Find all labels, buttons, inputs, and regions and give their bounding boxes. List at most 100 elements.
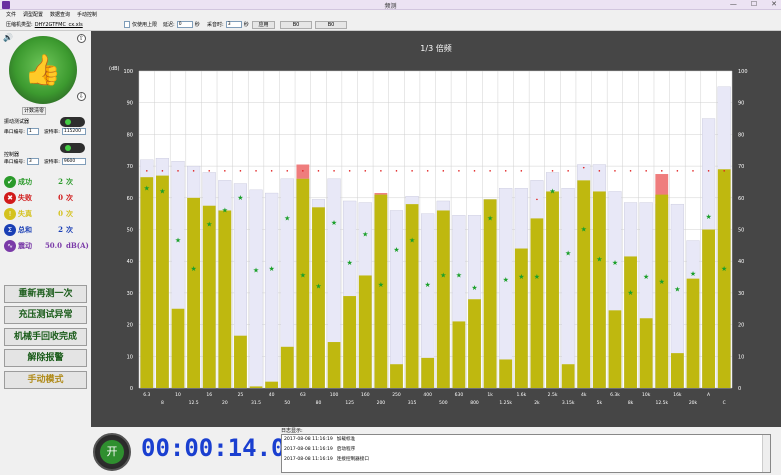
red-marker [270,170,273,172]
stat-fail-label: 失败 [18,193,32,202]
value-bar [686,278,700,388]
speaker-icon[interactable]: 🔊 [3,33,13,42]
ctrl-port-label: 串口编号: [4,160,25,165]
over-limit-bar [374,193,388,195]
stat-distortion-label: 失真 [18,209,32,218]
y-tick-label-right: 60 [738,196,744,202]
menu-model-config[interactable]: 调型配置 [23,11,43,18]
upper-limit-checkbox[interactable] [124,21,130,28]
y-tick-label-right: 50 [738,228,744,234]
manual-mode-button[interactable]: 手动模式 [4,371,87,389]
robot-retract-done-button[interactable]: 机械手回收完成 [4,328,87,346]
x-tick-label: 20k [689,400,698,406]
apply-button[interactable]: 应用 [252,21,275,29]
duration-setting: 采音时: 3 秒 [207,21,249,28]
duration-input[interactable]: 3 [225,21,242,28]
red-marker [192,170,195,172]
pressure-abnormal-button[interactable]: 充压测试异常 [4,306,87,324]
arrow-down-icon[interactable]: ⇩ [77,92,86,101]
retest-button[interactable]: 重新再测一次 [4,285,87,303]
y-tick-label-left: 60 [127,196,133,202]
minimize-button[interactable]: — [730,0,737,8]
x-tick-label: 2k [534,400,540,406]
success-icon: ✔ [4,176,16,188]
red-marker [411,170,413,172]
green-marker: ★ [705,213,711,221]
x-tick-label: 250 [392,392,401,398]
green-marker: ★ [627,289,633,297]
vib-port-input[interactable]: 1 [26,128,39,135]
vib-tester-label: 振动测试器 [4,119,30,125]
red-marker [286,170,289,172]
value-bar [202,205,216,388]
menu-manual-control[interactable]: 手动控制 [77,11,97,18]
x-tick-label: 63 [300,392,306,398]
b0-button-right[interactable]: B0 [315,21,347,29]
red-marker [660,170,663,172]
red-marker [395,170,398,172]
x-tick-label: 12.5k [655,400,668,406]
x-tick-label: 8k [628,400,634,406]
y-tick-label-left: 80 [127,132,133,138]
menu-data-query[interactable]: 数据查询 [50,11,70,18]
delay-input[interactable]: 0 [176,21,193,28]
value-bar [156,175,169,388]
octave-chart: 1/3 倍频 (dB) 0 0 10 10 20 20 30 30 40 40 50 50 60 60 70… [109,43,748,406]
log-time: 2017-08-08 11:16:19 [284,437,333,442]
delay-setting: 延迟: 0 秒 [163,21,200,28]
ctrl-port-input[interactable]: 3 [26,158,39,165]
vib-tester-toggle[interactable] [60,117,85,127]
x-tick-label: 1k [487,392,493,398]
b0-button-left[interactable]: B0 [280,21,312,29]
ctrl-baud-input[interactable]: 9600 [61,158,86,165]
value-bar [327,342,341,388]
clear-alarm-button[interactable]: 解除报警 [4,349,87,367]
close-button[interactable]: ✕ [771,0,777,8]
value-bar [514,248,528,388]
x-tick-label: 200 [377,400,386,406]
green-marker: ★ [222,206,228,214]
y-tick-label-left: 10 [127,354,133,360]
x-tick-label: 6.3 [143,392,150,398]
red-marker [317,170,320,172]
controller-toggle[interactable] [60,143,85,153]
stat-fail-value: 0 [58,193,63,202]
count-clear-button[interactable]: 计数清零 [22,107,46,115]
x-tick-label: 5k [597,400,603,406]
y-tick-label-right: 10 [738,354,744,360]
red-marker [333,170,335,172]
log-row: 2017-08-08 11:16:19 连接控制器接口 [282,455,770,465]
value-bar [468,299,481,388]
chart-title: 1/3 倍频 [420,43,451,53]
log-time: 2017-08-08 11:16:19 [284,447,333,452]
value-bar [702,229,715,388]
compressor-type-value[interactable]: DHY2GTFMC_cx.xls [35,22,83,28]
stat-total: Σ 总和 2 次 [4,224,89,236]
value-bar [358,275,372,388]
value-bar [639,318,653,388]
green-marker: ★ [596,256,602,264]
green-marker: ★ [690,270,696,278]
green-marker: ★ [284,214,290,222]
y-tick-label-right: 40 [738,259,744,265]
y-tick-label-right: 90 [738,101,744,107]
green-marker: ★ [315,283,321,291]
menu-file[interactable]: 文件 [6,11,16,18]
value-bar [171,308,185,388]
x-tick-label: C [723,400,726,406]
start-button[interactable]: 开 [93,433,131,471]
stat-success-label: 成功 [18,177,32,186]
red-marker [551,170,554,172]
arrow-up-icon[interactable]: ⇧ [77,34,86,43]
value-bar [280,346,294,388]
red-marker [380,170,382,172]
maximize-button[interactable]: ☐ [751,0,757,8]
red-marker [208,170,211,172]
upper-limit-bar [389,210,404,389]
vib-baud-input[interactable]: 115200 [61,128,86,135]
x-tick-label: 500 [439,400,448,406]
log-scrollbar[interactable] [762,435,770,472]
upper-limit-bar [561,188,575,389]
red-marker [255,170,257,172]
red-marker [692,170,694,172]
